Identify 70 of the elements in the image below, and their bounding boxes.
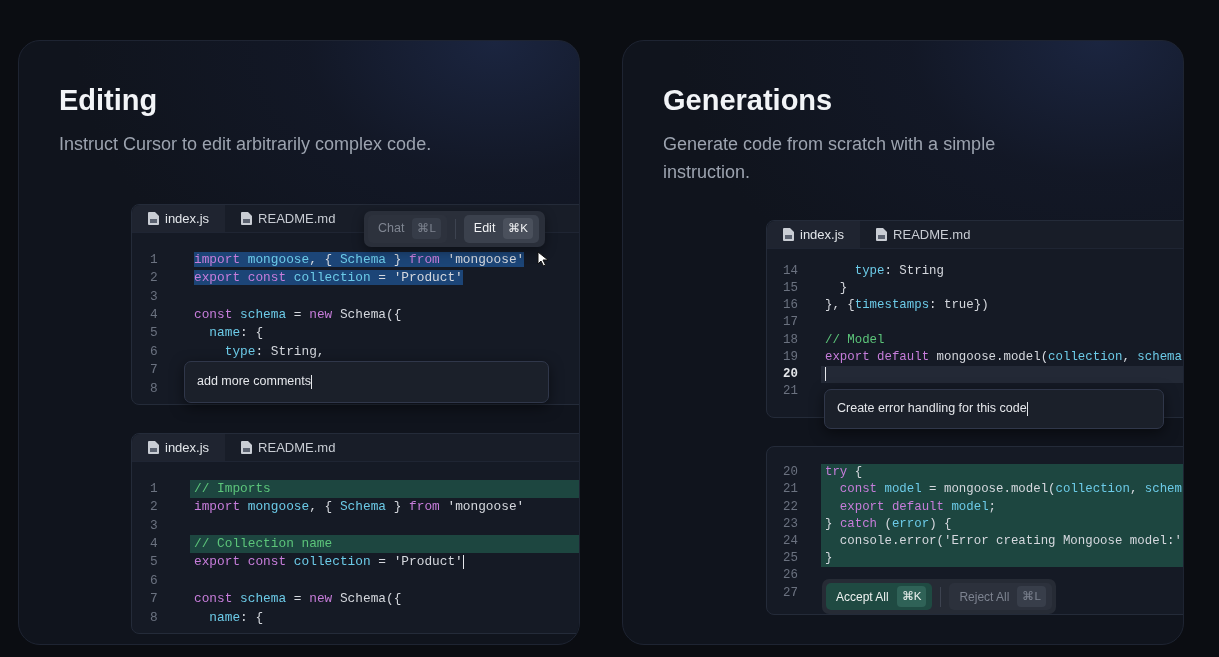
line-number: 25 bbox=[782, 550, 799, 568]
line-number: 5 bbox=[149, 324, 159, 343]
file-icon bbox=[148, 440, 159, 454]
line-number: 27 bbox=[782, 584, 799, 602]
line-number: 20 bbox=[782, 464, 799, 482]
line-number: 6 bbox=[149, 342, 159, 361]
file-icon bbox=[876, 227, 888, 241]
line-number: 7 bbox=[149, 590, 159, 609]
code-line: const schema = new Schema({ bbox=[193, 305, 403, 324]
code-line: type: String bbox=[853, 262, 945, 280]
line-number: 19 bbox=[782, 348, 799, 366]
file-tab[interactable]: README.md bbox=[225, 433, 352, 461]
line-number: 2 bbox=[149, 269, 159, 288]
code-line: export default mongoose.model(collection, schema bbox=[824, 348, 1183, 366]
action-button[interactable]: Accept All ⌘K bbox=[826, 583, 933, 611]
code-line: type: String, bbox=[223, 342, 326, 361]
line-number: 18 bbox=[782, 331, 799, 349]
file-icon bbox=[148, 211, 159, 225]
file-icon bbox=[241, 211, 253, 225]
line-number: 6 bbox=[149, 571, 159, 590]
mouse-pointer-icon bbox=[537, 250, 550, 267]
line-number: 1 bbox=[149, 479, 159, 498]
line-number: 20 bbox=[782, 365, 799, 383]
shortcut-key: ⌘L bbox=[1017, 586, 1046, 608]
line-number: 8 bbox=[149, 379, 159, 398]
file-tab[interactable]: index.js bbox=[132, 433, 226, 461]
file-tab[interactable]: README.md bbox=[860, 220, 987, 248]
line-number: 4 bbox=[149, 535, 159, 554]
line-number: 1 bbox=[149, 250, 159, 269]
line-number: 14 bbox=[782, 262, 799, 280]
shortcut-key: ⌘K bbox=[896, 586, 927, 608]
line-number: 23 bbox=[782, 515, 799, 533]
file-icon bbox=[783, 227, 794, 241]
line-number: 24 bbox=[782, 533, 799, 551]
line-number: 5 bbox=[149, 553, 159, 572]
line-number: 2 bbox=[149, 498, 159, 517]
action-button[interactable]: Reject All ⌘L bbox=[949, 583, 1052, 611]
file-tab[interactable]: index.js bbox=[132, 204, 226, 232]
mode-button[interactable]: Edit ⌘K bbox=[463, 214, 540, 243]
file-tab[interactable]: index.js bbox=[767, 220, 861, 248]
code-line: import mongoose, { Schema } from 'mongoose' bbox=[193, 498, 526, 517]
code-line: } bbox=[838, 280, 849, 297]
shortcut-key: ⌘L bbox=[412, 218, 441, 240]
line-number: 21 bbox=[782, 481, 799, 499]
line-number: 3 bbox=[149, 516, 159, 535]
prompt-field[interactable]: add more comments bbox=[184, 360, 549, 403]
shortcut-key: ⌘K bbox=[503, 218, 534, 240]
line-number: 4 bbox=[149, 305, 159, 324]
line-number: 3 bbox=[149, 287, 159, 306]
line-number: 16 bbox=[782, 297, 799, 315]
code-line: export const collection = 'Product' bbox=[193, 553, 465, 572]
code-line: name: { bbox=[208, 608, 265, 627]
line-number: 17 bbox=[782, 314, 799, 332]
line-number: 21 bbox=[782, 383, 799, 401]
line-number: 15 bbox=[782, 280, 799, 297]
code-line: }, {timestamps: true}) bbox=[824, 297, 990, 315]
card-title: Editing bbox=[59, 83, 159, 118]
card-title: Generations bbox=[663, 83, 834, 118]
file-tab[interactable]: README.md bbox=[225, 204, 352, 232]
code-line: // Model bbox=[824, 331, 886, 349]
line-number: 8 bbox=[149, 608, 159, 627]
line-number: 26 bbox=[782, 567, 799, 585]
card-subtitle: Instruct Cursor to edit arbitrarily complex code. bbox=[59, 132, 433, 156]
prompt-field[interactable]: Create error handling for this code bbox=[824, 388, 1164, 429]
code-line: const schema = new Schema({ bbox=[193, 590, 403, 609]
card-subtitle: Generate code from scratch with a simple instruction. bbox=[663, 132, 997, 184]
code-line: name: { bbox=[208, 324, 265, 343]
file-icon bbox=[241, 440, 253, 454]
line-number: 22 bbox=[782, 498, 799, 516]
line-number: 7 bbox=[149, 361, 159, 380]
